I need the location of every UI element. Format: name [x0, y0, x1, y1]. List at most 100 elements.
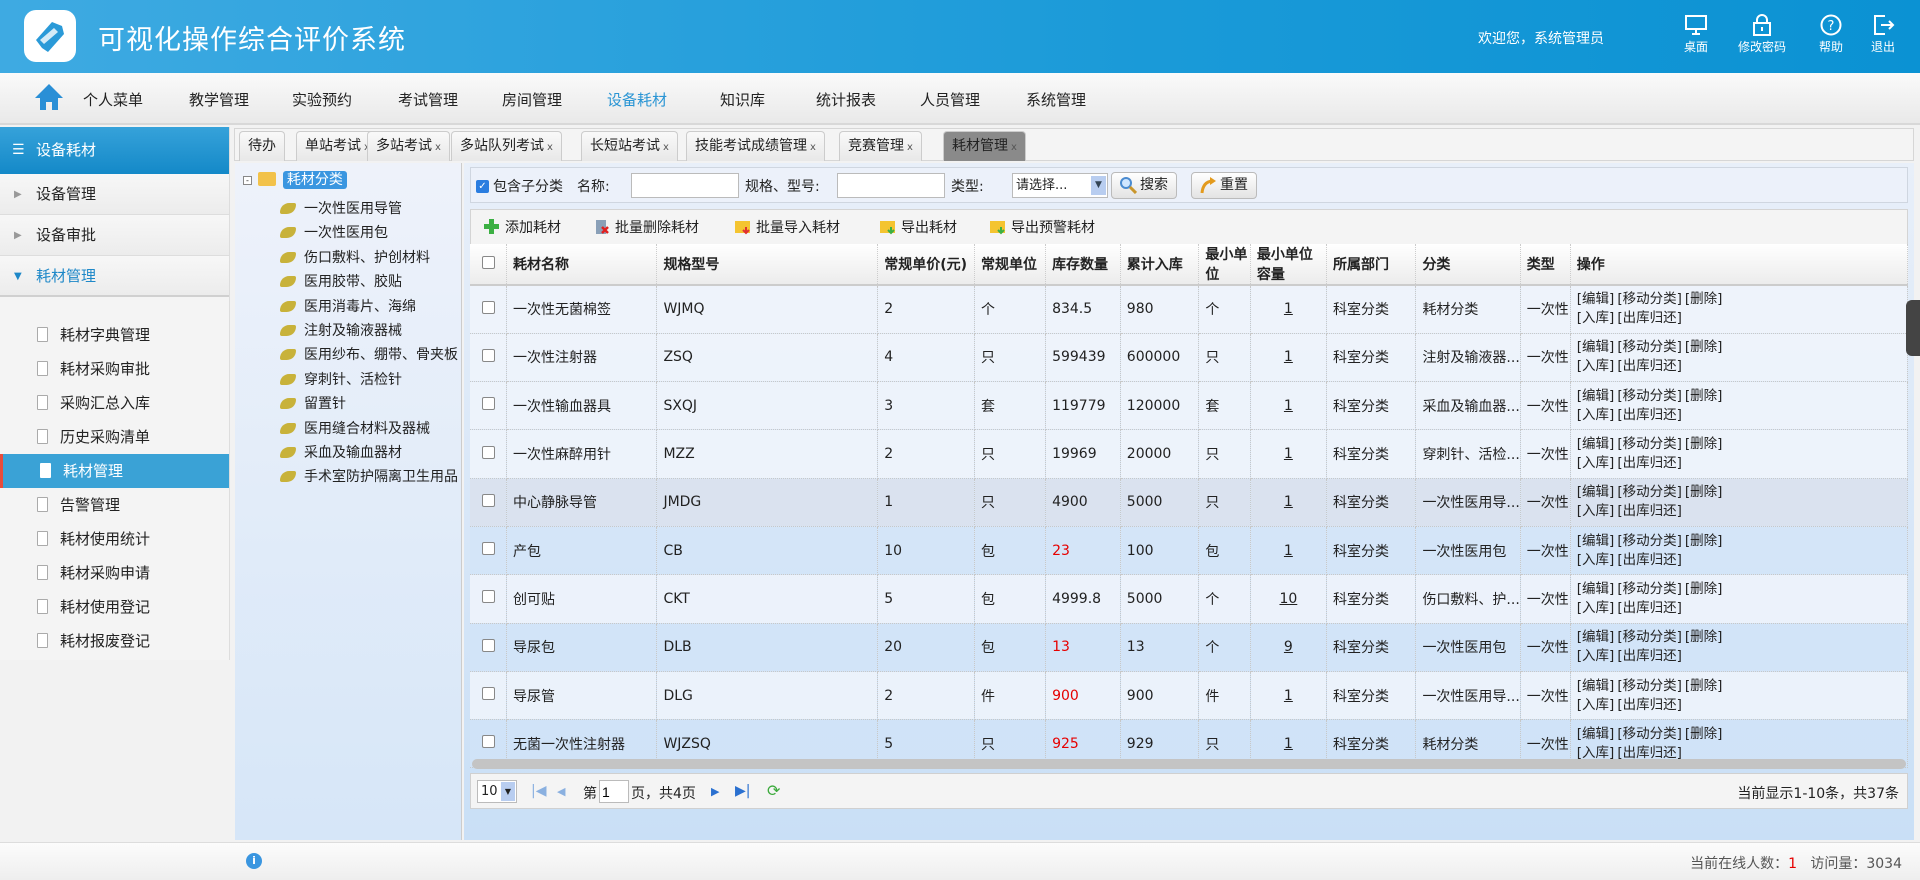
nav-item[interactable]: 知识库	[720, 89, 765, 110]
table-row[interactable]: 导尿包 DLB 20 包 13 13 个 9 科室分类 一次性医用包 一次性 [编辑] [移动分类] [删…	[470, 623, 1909, 672]
tree-node[interactable]: 医用纱布、绷带、骨夹板	[280, 343, 458, 367]
row-checkbox[interactable]	[481, 493, 495, 507]
next-page-icon[interactable]: ▶	[711, 785, 719, 798]
table-row[interactable]: 一次性麻醉用针 MZZ 2 只 19969 20000 只 1 科室分类 穿刺针、活检... 一次性…	[470, 429, 1909, 479]
stock-out-return-link[interactable]: [出库归还]	[1617, 310, 1682, 326]
edit-link[interactable]: [编辑]	[1577, 388, 1615, 404]
type-select[interactable]: 请选择... ▼	[1012, 173, 1108, 198]
stock-in-link[interactable]: [入库]	[1577, 600, 1615, 616]
table-row[interactable]: 创可贴 CKT 5 包 4999.8 5000 个 10 科室分类 伤口敷料、护... 一次性 [编辑…	[470, 574, 1909, 624]
table-row[interactable]: 一次性注射器 ZSQ 4 只 599439 600000 只 1 科室分类 注射及输液器... 一次…	[470, 333, 1909, 383]
tree-node[interactable]: 医用缝合材料及器械	[280, 417, 430, 441]
sidebar-item[interactable]: 耗材管理	[0, 454, 229, 488]
capacity-link[interactable]: 1	[1278, 494, 1299, 510]
tab[interactable]: 待办	[239, 131, 285, 161]
stock-in-link[interactable]: [入库]	[1577, 697, 1615, 713]
tree-root[interactable]: - 耗材分类	[243, 169, 347, 191]
table-row[interactable]: 产包 CB 10 包 23 100 包 1 科室分类 一次性医用包 一次性 [编辑] [移动分类] [删除…	[470, 526, 1909, 576]
capacity-link[interactable]: 1	[1278, 446, 1299, 462]
row-checkbox-cell[interactable]	[470, 333, 508, 383]
tree-node[interactable]: 一次性医用导管	[280, 197, 402, 221]
delete-link[interactable]: [删除]	[1685, 436, 1723, 452]
reset-button[interactable]: 重置	[1191, 172, 1257, 199]
nav-item[interactable]: 统计报表	[816, 89, 876, 110]
close-icon[interactable]: x	[435, 142, 441, 153]
nav-item[interactable]: 设备耗材	[607, 89, 667, 110]
desktop-button[interactable]: 桌面	[1664, 14, 1728, 55]
tab[interactable]: 竞赛管理 x	[839, 131, 922, 161]
nav-item[interactable]: 个人菜单	[83, 89, 143, 110]
row-checkbox-cell[interactable]	[470, 285, 508, 334]
edit-link[interactable]: [编辑]	[1577, 629, 1615, 645]
stock-in-link[interactable]: [入库]	[1577, 552, 1615, 568]
nav-item[interactable]: 实验预约	[292, 89, 352, 110]
move-category-link[interactable]: [移动分类]	[1617, 291, 1682, 307]
delete-link[interactable]: [删除]	[1685, 484, 1723, 500]
horizontal-scrollbar[interactable]	[472, 759, 1906, 769]
row-checkbox-cell[interactable]	[470, 671, 508, 721]
row-checkbox[interactable]	[481, 542, 495, 556]
edit-link[interactable]: [编辑]	[1577, 533, 1615, 549]
capacity-link[interactable]: 1	[1278, 688, 1299, 704]
delete-link[interactable]: [删除]	[1685, 388, 1723, 404]
refresh-icon[interactable]: ⟳	[767, 781, 780, 800]
name-input[interactable]	[631, 173, 739, 198]
search-button[interactable]: 搜索	[1111, 172, 1177, 199]
stock-in-link[interactable]: [入库]	[1577, 503, 1615, 519]
nav-item[interactable]: 房间管理	[502, 89, 562, 110]
row-checkbox-cell[interactable]	[470, 623, 508, 672]
stock-in-link[interactable]: [入库]	[1577, 648, 1615, 664]
checkbox[interactable]	[481, 255, 495, 269]
tree-node[interactable]: 穿刺针、活检针	[280, 368, 402, 392]
sidebar-group[interactable]: ▼ 耗材管理	[0, 256, 229, 297]
delete-link[interactable]: [删除]	[1685, 629, 1723, 645]
include-sub-checkbox[interactable]: ✓	[476, 177, 489, 193]
capacity-link[interactable]: 1	[1278, 301, 1299, 317]
table-row[interactable]: 一次性输血器具 SXQJ 3 套 119779 120000 套 1 科室分类 采血及输血器...…	[470, 381, 1909, 431]
tab[interactable]: 多站考试 x	[367, 131, 450, 161]
capacity-link[interactable]: 1	[1278, 398, 1299, 414]
sidebar-item[interactable]: 告警管理	[0, 488, 229, 522]
tree-node[interactable]: 医用消毒片、海绵	[280, 295, 416, 319]
stock-out-return-link[interactable]: [出库归还]	[1617, 697, 1682, 713]
table-row[interactable]: 一次性无菌棉签 WJMQ 2 个 834.5 980 个 1 科室分类 耗材分类 一次性 [编辑] [移…	[470, 285, 1909, 334]
edit-link[interactable]: [编辑]	[1577, 484, 1615, 500]
sidebar-item[interactable]: 历史采购清单	[0, 420, 229, 454]
nav-item[interactable]: 考试管理	[398, 89, 458, 110]
export-button[interactable]: 导出耗材	[879, 217, 957, 237]
move-category-link[interactable]: [移动分类]	[1617, 436, 1682, 452]
sidebar-group[interactable]: ▶ 设备管理	[0, 174, 229, 215]
row-checkbox[interactable]	[481, 638, 495, 652]
sidebar-item[interactable]: 耗材采购审批	[0, 352, 229, 386]
stock-out-return-link[interactable]: [出库归还]	[1617, 648, 1682, 664]
last-page-icon[interactable]: ▶|	[735, 783, 750, 799]
tree-node[interactable]: 注射及输液器械	[280, 319, 402, 343]
table-row[interactable]: 中心静脉导管 JMDG 1 只 4900 5000 只 1 科室分类 一次性医用导... 一次性 [编…	[470, 478, 1909, 527]
capacity-link[interactable]: 1	[1278, 349, 1299, 365]
stock-out-return-link[interactable]: [出库归还]	[1617, 552, 1682, 568]
tree-node[interactable]: 手术室防护隔离卫生用品	[280, 465, 458, 489]
page-input[interactable]	[599, 780, 629, 803]
delete-link[interactable]: [删除]	[1685, 291, 1723, 307]
close-icon[interactable]: x	[1011, 142, 1017, 153]
logout-button[interactable]: 退出	[1851, 14, 1915, 55]
row-checkbox[interactable]	[481, 300, 495, 314]
delete-link[interactable]: [删除]	[1685, 726, 1723, 742]
nav-item[interactable]: 教学管理	[189, 89, 249, 110]
move-category-link[interactable]: [移动分类]	[1617, 678, 1682, 694]
move-category-link[interactable]: [移动分类]	[1617, 388, 1682, 404]
tab[interactable]: 耗材管理 x	[943, 131, 1026, 161]
move-category-link[interactable]: [移动分类]	[1617, 581, 1682, 597]
row-checkbox-cell[interactable]	[470, 429, 508, 479]
row-checkbox-cell[interactable]	[470, 526, 508, 576]
capacity-link[interactable]: 9	[1278, 639, 1299, 655]
tab[interactable]: 技能考试成绩管理 x	[686, 131, 825, 161]
batch-import-button[interactable]: 批量导入耗材	[734, 217, 840, 237]
sidebar-item[interactable]: 耗材采购申请	[0, 556, 229, 590]
tab[interactable]: 长短站考试 x	[581, 131, 678, 161]
row-checkbox[interactable]	[481, 397, 495, 411]
sidebar-item[interactable]: 采购汇总入库	[0, 386, 229, 420]
edit-link[interactable]: [编辑]	[1577, 291, 1615, 307]
stock-in-link[interactable]: [入库]	[1577, 310, 1615, 326]
row-checkbox-cell[interactable]	[470, 574, 508, 624]
